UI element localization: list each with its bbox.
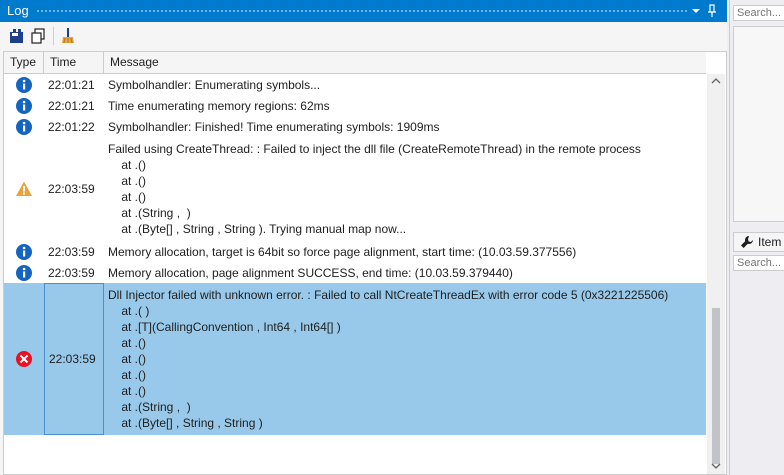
time-cell: 22:03:59 <box>44 241 104 262</box>
time-text: 22:03:59 <box>48 265 95 280</box>
table-row[interactable]: 22:01:21 Time enumerating memory regions:… <box>4 95 706 116</box>
tab-item-label: Item <box>758 235 782 249</box>
type-cell <box>4 241 44 262</box>
log-title-bar[interactable]: Log <box>0 0 727 22</box>
type-cell <box>4 262 44 283</box>
time-cell: 22:03:59 <box>44 262 104 283</box>
time-cell: 22:01:21 <box>44 74 104 95</box>
message-text: Memory allocation, page alignment SUCCES… <box>108 266 513 280</box>
table-row[interactable]: 22:01:22 Symbolhandler: Finished! Time en… <box>4 116 706 137</box>
dropdown-icon[interactable] <box>688 2 704 20</box>
table-row[interactable]: 22:01:21 Symbolhandler: Enumerating symbo… <box>4 74 706 95</box>
table-row[interactable]: 22:03:59 Failed using CreateThread: : Fai… <box>4 137 706 241</box>
title-grip <box>36 9 687 14</box>
scroll-up-icon[interactable] <box>711 76 721 89</box>
pin-icon[interactable] <box>704 2 720 20</box>
type-cell <box>4 116 44 137</box>
time-cell: 22:03:59 <box>44 283 104 435</box>
info-icon <box>15 118 33 136</box>
scroll-down-icon[interactable] <box>711 461 721 474</box>
log-toolbar <box>0 22 727 50</box>
info-icon <box>15 97 33 115</box>
column-header-message[interactable]: Message <box>104 52 706 73</box>
time-text: 22:03:59 <box>49 352 96 366</box>
type-cell <box>4 137 44 241</box>
type-cell <box>4 95 44 116</box>
time-text: 22:01:21 <box>48 98 95 113</box>
time-cell: 22:01:21 <box>44 95 104 116</box>
table-row[interactable]: 22:03:59 Memory allocation, page alignmen… <box>4 262 706 283</box>
time-text: 22:01:22 <box>48 119 95 134</box>
message-text: Failed using CreateThread: : Failed to i… <box>108 142 641 236</box>
side-panel: Item <box>729 0 784 475</box>
scrollbar-thumb[interactable] <box>712 308 720 464</box>
grid-header: Type Time Message <box>4 52 706 74</box>
info-icon <box>15 76 33 94</box>
time-text: 22:01:21 <box>48 77 95 92</box>
message-text: Time enumerating memory regions: 62ms <box>108 99 330 113</box>
table-row[interactable]: 22:03:59 Dll Injector failed with unknown… <box>4 283 706 435</box>
message-text: Symbolhandler: Finished! Time enumeratin… <box>108 120 440 134</box>
time-text: 22:03:59 <box>48 182 95 196</box>
wrench-icon <box>740 235 754 249</box>
error-icon <box>15 350 33 368</box>
message-text: Memory allocation, target is 64bit so fo… <box>108 245 577 259</box>
type-cell <box>4 74 44 95</box>
toolbar-separator <box>53 27 54 45</box>
table-row[interactable]: 22:03:59 Memory allocation, target is 64b… <box>4 241 706 262</box>
search-input-bottom[interactable] <box>733 255 784 271</box>
log-panel: Log Type Time Message 22:01:21 Symbolhand… <box>0 0 727 475</box>
message-text: Dll Injector failed with unknown error. … <box>108 288 669 430</box>
save-icon[interactable] <box>8 27 26 45</box>
time-cell: 22:03:59 <box>44 137 104 241</box>
vertical-scrollbar[interactable] <box>707 74 725 474</box>
time-cell: 22:01:22 <box>44 116 104 137</box>
time-text: 22:03:59 <box>48 244 95 259</box>
copy-icon[interactable] <box>29 27 47 45</box>
message-text: Symbolhandler: Enumerating symbols... <box>108 78 321 92</box>
search-input-top[interactable] <box>733 5 784 21</box>
info-icon <box>15 264 33 282</box>
info-icon <box>15 243 33 261</box>
tab-item[interactable]: Item <box>733 232 784 252</box>
clear-broom-icon[interactable] <box>59 27 77 45</box>
log-title: Log <box>7 3 29 18</box>
column-header-type[interactable]: Type <box>4 52 44 73</box>
log-grid: Type Time Message 22:01:21 Symbolhandler:… <box>3 51 727 475</box>
type-cell <box>4 283 44 435</box>
warning-icon <box>15 180 33 198</box>
column-header-time[interactable]: Time <box>44 52 104 73</box>
side-tree-area[interactable] <box>733 26 784 222</box>
